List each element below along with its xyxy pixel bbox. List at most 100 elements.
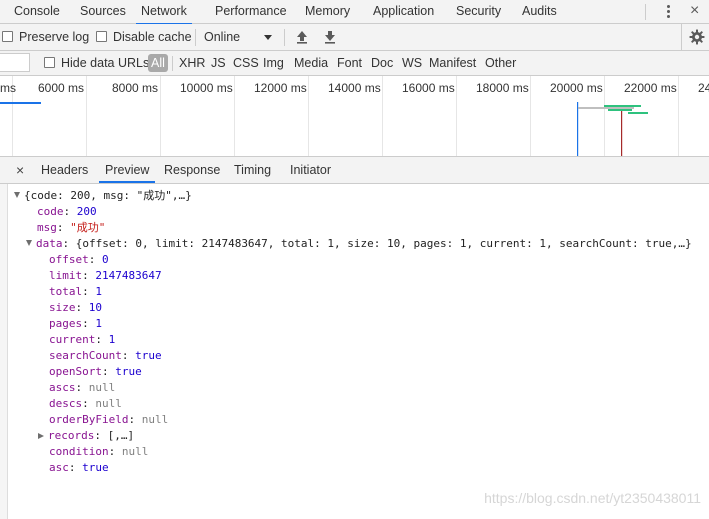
json-value: true <box>82 461 109 474</box>
filter-type-img[interactable]: Img <box>263 55 284 71</box>
tab-headers[interactable]: Headers <box>41 157 88 183</box>
json-key: asc <box>49 461 69 474</box>
watermark: https://blog.csdn.net/yt2350438011 <box>484 490 701 506</box>
json-key: openSort <box>49 365 102 378</box>
tab-security[interactable]: Security <box>456 0 501 23</box>
filter-input[interactable] <box>0 53 30 72</box>
json-property: current: 1 <box>49 333 116 346</box>
json-key: size <box>49 301 76 314</box>
json-key: condition <box>49 445 109 458</box>
filter-type-doc[interactable]: Doc <box>371 55 393 71</box>
export-har-icon[interactable] <box>324 30 336 44</box>
json-records-node[interactable]: records: [,…] <box>38 428 134 444</box>
json-key: limit <box>49 269 83 282</box>
json-value: null <box>121 445 149 458</box>
tab-memory[interactable]: Memory <box>305 0 350 23</box>
expand-triangle-icon[interactable] <box>26 240 32 246</box>
tab-performance[interactable]: Performance <box>215 0 287 23</box>
toolbar-separator <box>284 29 285 46</box>
json-key: current <box>49 333 96 346</box>
tab-console[interactable]: Console <box>14 0 60 23</box>
preserve-log-checkbox[interactable] <box>2 31 13 42</box>
tab-preview[interactable]: Preview <box>99 157 156 183</box>
close-devtools-icon[interactable]: × <box>690 1 699 21</box>
json-property: descs: null <box>49 397 122 410</box>
filter-type-js[interactable]: JS <box>211 55 226 71</box>
filter-type-font[interactable]: Font <box>337 55 362 71</box>
disable-cache-label[interactable]: Disable cache <box>113 29 192 45</box>
filter-type-xhr[interactable]: XHR <box>179 55 205 71</box>
request-detail-tabs: × Headers Preview Response Timing Initia… <box>0 157 709 184</box>
tab-sources[interactable]: Sources <box>80 0 126 23</box>
json-data-node[interactable]: data: {offset: 0, limit: 2147483647, tot… <box>26 236 692 252</box>
more-options-icon[interactable] <box>662 3 674 21</box>
filter-type-all[interactable]: All <box>148 54 168 72</box>
json-value: 1 <box>108 333 116 346</box>
gear-icon[interactable] <box>689 29 705 45</box>
filter-type-manifest[interactable]: Manifest <box>429 55 476 71</box>
chevron-down-icon[interactable] <box>264 35 272 40</box>
filter-type-css[interactable]: CSS <box>233 55 259 71</box>
tab-timing[interactable]: Timing <box>234 157 271 183</box>
preserve-log-label[interactable]: Preserve log <box>19 29 89 45</box>
filter-type-media[interactable]: Media <box>294 55 328 71</box>
request-list-edge[interactable] <box>0 184 8 519</box>
request-bar <box>628 112 648 114</box>
tab-application[interactable]: Application <box>373 0 434 23</box>
expand-triangle-icon[interactable] <box>14 192 20 198</box>
json-property: openSort: true <box>49 365 142 378</box>
json-value: null <box>88 381 116 394</box>
json-key: ascs <box>49 381 76 394</box>
json-key: pages <box>49 317 83 330</box>
close-detail-icon[interactable]: × <box>16 160 24 180</box>
tab-initiator[interactable]: Initiator <box>290 157 331 183</box>
json-value: 1 <box>95 317 102 330</box>
tab-audits[interactable]: Audits <box>522 0 557 23</box>
json-property: condition: null <box>49 445 149 458</box>
overview-bars <box>0 102 648 156</box>
json-property: total: 1 <box>49 285 102 298</box>
json-value: 1 <box>95 285 102 298</box>
hide-data-urls-checkbox[interactable] <box>44 57 55 68</box>
filter-bar: Hide data URLs All XHR JS CSS Img Media … <box>0 51 709 76</box>
json-key: offset <box>49 253 89 266</box>
json-property: size: 10 <box>49 301 102 314</box>
dom-content-loaded-line <box>577 102 579 156</box>
json-property: limit: 2147483647 <box>49 269 162 282</box>
json-value: 0 <box>102 253 109 266</box>
json-key: total <box>49 285 83 298</box>
tab-separator <box>645 4 646 20</box>
json-property: code: 200 <box>37 205 97 218</box>
json-value: true <box>115 365 142 378</box>
filter-type-ws[interactable]: WS <box>402 55 422 71</box>
json-property: msg: "成功" <box>37 221 106 234</box>
devtools-tab-bar: Console Sources Network Performance Memo… <box>0 0 709 25</box>
json-key: searchCount <box>49 349 122 362</box>
disable-cache-checkbox[interactable] <box>96 31 107 42</box>
toolbar-separator <box>195 29 196 46</box>
request-bar <box>608 109 632 111</box>
json-value: null <box>141 413 169 426</box>
network-overview[interactable]: ms 6000 ms 8000 ms 10000 ms 12000 ms 140… <box>0 76 709 157</box>
collapse-triangle-icon[interactable] <box>38 433 44 439</box>
json-key: descs <box>49 397 83 410</box>
throttling-select[interactable]: Online <box>204 29 240 45</box>
tab-network[interactable]: Network <box>136 0 192 25</box>
json-property: ascs: null <box>49 381 116 394</box>
json-value: 10 <box>88 301 102 314</box>
json-root-node[interactable]: {code: 200, msg: "成功",…} <box>14 188 192 204</box>
hide-data-urls-label[interactable]: Hide data URLs <box>61 55 149 71</box>
json-property: orderByField: null <box>49 413 169 426</box>
toolbar-separator <box>681 24 682 50</box>
json-value: null <box>95 397 122 410</box>
filter-type-other[interactable]: Other <box>485 55 516 71</box>
load-line <box>621 106 623 156</box>
network-toolbar: Preserve log Disable cache Online <box>0 24 709 51</box>
json-property: pages: 1 <box>49 317 102 330</box>
request-bar <box>578 107 634 109</box>
json-property: asc: true <box>49 461 109 474</box>
tab-response[interactable]: Response <box>164 157 220 183</box>
import-har-icon[interactable] <box>296 30 308 44</box>
json-key: orderByField <box>49 413 129 426</box>
request-bar <box>604 105 641 107</box>
